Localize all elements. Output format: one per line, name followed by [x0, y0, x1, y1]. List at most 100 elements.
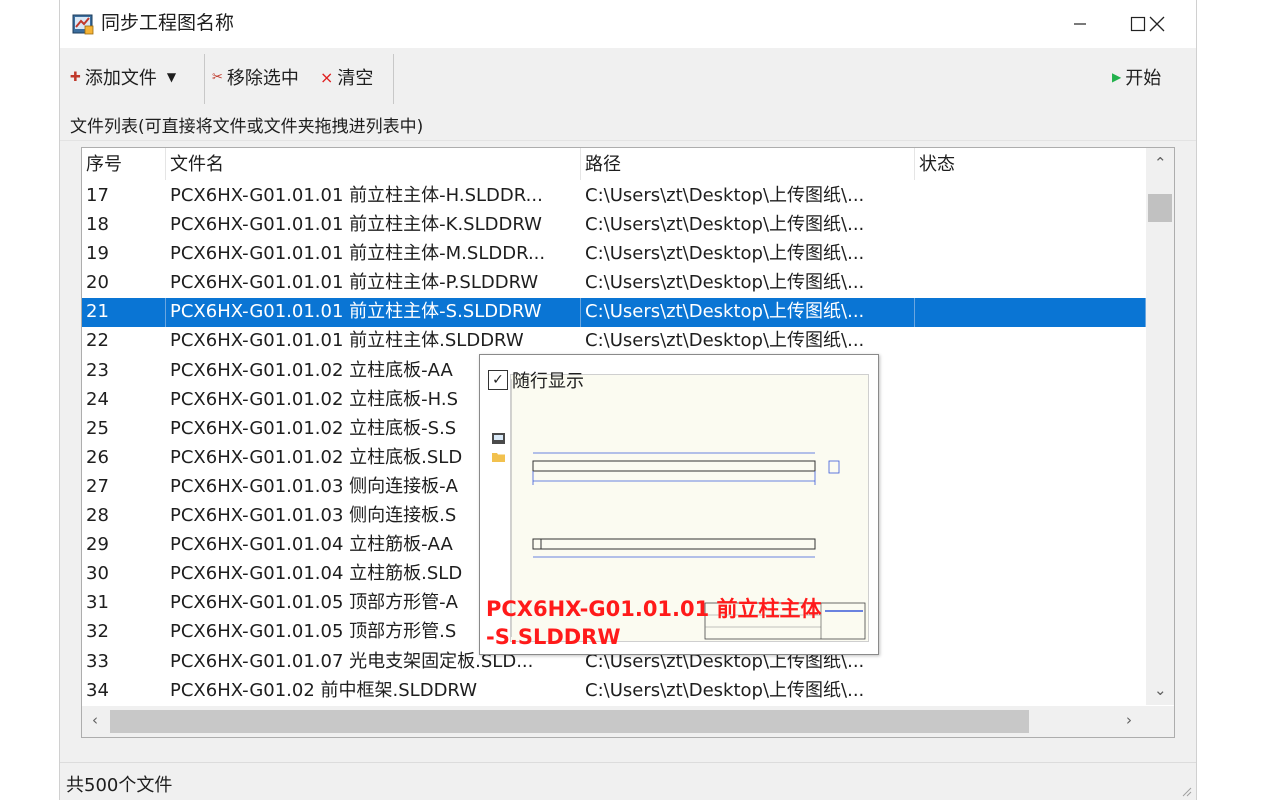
title-bar[interactable]: 同步工程图名称	[60, 0, 1196, 48]
cell-status	[915, 560, 1146, 589]
start-button[interactable]: ▶ 开始	[1112, 62, 1161, 92]
cell-path: C:\Users\zt\Desktop\上传图纸\...	[585, 330, 865, 352]
file-count-text: 共500个文件	[66, 775, 173, 796]
cell-status	[915, 269, 1146, 298]
add-files-label: 添加文件	[84, 68, 157, 89]
remove-selected-button[interactable]: ✂ 移除选中	[212, 62, 299, 92]
preview-caption-line2: -S.SLDDRW	[486, 625, 621, 649]
cell-index: 30	[86, 563, 109, 585]
app-icon	[72, 14, 94, 35]
cell-index: 17	[86, 185, 109, 206]
horizontal-scroll-thumb[interactable]	[110, 710, 1029, 733]
cell-status	[915, 648, 1146, 677]
cell-filename: PCX6HX-G01.01.01 前立柱主体-S.SLDDRW	[166, 298, 581, 328]
cell-filename: PCX6HX-G01.01.01 前立柱主体-P.SLDDRW	[170, 272, 539, 294]
cell-index: 25	[86, 417, 109, 439]
start-label: 开始	[1125, 68, 1162, 89]
cell-status	[915, 444, 1146, 473]
clear-x-icon: ×	[320, 67, 334, 87]
column-header-status[interactable]: 状态	[915, 148, 1146, 180]
cell-filename: PCX6HX-G01.02 前中框架.SLDDRW	[170, 679, 478, 701]
scroll-right-icon[interactable]: ›	[1126, 711, 1132, 729]
cell-status	[915, 531, 1146, 560]
add-files-button[interactable]: ✚ 添加文件 ▼	[70, 62, 176, 92]
window-title: 同步工程图名称	[101, 12, 235, 34]
scroll-left-icon[interactable]: ‹	[92, 711, 98, 729]
table-row[interactable]: 22 PCX6HX-G01.01.01 前立柱主体.SLDDRW C:\Users\…	[82, 327, 1146, 356]
cell-status	[915, 502, 1146, 531]
cell-index: 26	[86, 446, 109, 468]
resize-grip-icon[interactable]	[1180, 785, 1192, 797]
folder-icon	[492, 453, 505, 462]
cell-index: 32	[86, 621, 109, 643]
clear-button[interactable]: × 清空	[320, 62, 373, 92]
cell-index: 33	[86, 650, 109, 672]
table-row[interactable]: 18 PCX6HX-G01.01.01 前立柱主体-K.SLDDRW C:\User…	[82, 211, 1146, 240]
follow-display-label: 随行显示	[512, 371, 584, 392]
table-row-selected[interactable]: 21 PCX6HX-G01.01.01 前立柱主体-S.SLDDRW C:\User…	[82, 298, 1146, 328]
cell-index: 31	[86, 592, 109, 614]
play-icon: ▶	[1112, 70, 1122, 84]
file-list-caption: 文件列表(可直接将文件或文件夹拖拽进列表中)	[70, 117, 424, 137]
cell-status	[915, 677, 1146, 706]
close-button[interactable]	[1128, 0, 1186, 48]
cell-status	[915, 298, 1146, 328]
close-icon	[1149, 16, 1165, 32]
follow-display-checkbox[interactable]: ✓	[488, 370, 508, 390]
toolbar-divider	[393, 54, 394, 104]
table-row[interactable]: 17 PCX6HX-G01.01.01 前立柱主体-H.SLDDR... C:\Us…	[82, 182, 1146, 211]
vertical-scroll-thumb[interactable]	[1148, 194, 1172, 222]
remove-icon: ✂	[212, 69, 223, 85]
column-header-filename[interactable]: 文件名	[166, 148, 581, 180]
follow-display-toggle[interactable]: ✓ 随行显示	[488, 367, 584, 393]
cell-path: C:\Users\zt\Desktop\上传图纸\...	[585, 272, 865, 294]
table-row[interactable]: 19 PCX6HX-G01.01.01 前立柱主体-M.SLDDR... C:\Us…	[82, 240, 1146, 269]
cell-index: 27	[86, 475, 109, 497]
chevron-down-icon[interactable]: ▼	[167, 70, 176, 84]
cell-index: 22	[86, 330, 109, 352]
cell-path: C:\Users\zt\Desktop\上传图纸\...	[585, 185, 865, 206]
cell-index: 24	[86, 388, 109, 410]
list-header: 序号 文件名 路径 状态	[82, 148, 1146, 180]
cell-path: C:\Users\zt\Desktop\上传图纸\...	[585, 679, 865, 701]
preview-filename-caption: PCX6HX-G01.01.01 前立柱主体 -S.SLDDRW	[486, 595, 876, 651]
drawing-file-icon	[492, 433, 505, 444]
remove-selected-label: 移除选中	[226, 68, 299, 89]
status-bar: 共500个文件	[60, 762, 1196, 801]
cell-status	[915, 182, 1146, 211]
scroll-corner	[1146, 706, 1174, 737]
vertical-scrollbar[interactable]: ⌃ ⌄	[1146, 148, 1174, 705]
cell-status	[915, 240, 1146, 269]
cell-filename: PCX6HX-G01.01.01 前立柱主体-M.SLDDR...	[170, 243, 546, 265]
drawing-preview-popup: ✓ 随行显示 PCX6HX-G01.01.01 前立柱主体 -S.SLDDRW	[479, 354, 879, 655]
scroll-up-icon[interactable]: ⌃	[1154, 154, 1167, 172]
horizontal-scrollbar[interactable]: ‹ ›	[82, 706, 1146, 737]
column-header-index[interactable]: 序号	[82, 148, 166, 180]
cell-status	[915, 386, 1146, 415]
cell-path: C:\Users\zt\Desktop\上传图纸\...	[585, 243, 865, 265]
cell-index: 20	[86, 272, 109, 294]
cell-status	[915, 589, 1146, 618]
add-file-icon: ✚	[70, 69, 81, 85]
cell-filename: PCX6HX-G01.01.01 前立柱主体-H.SLDDR...	[170, 185, 543, 206]
preview-caption-line1: PCX6HX-G01.01.01 前立柱主体	[486, 597, 822, 621]
cell-index: 29	[86, 534, 109, 556]
cell-path: C:\Users\zt\Desktop\上传图纸\...	[585, 214, 865, 236]
cell-status	[915, 618, 1146, 647]
table-row[interactable]: 20 PCX6HX-G01.01.01 前立柱主体-P.SLDDRW C:\User…	[82, 269, 1146, 298]
toolbar: ✚ 添加文件 ▼ ✂ 移除选中 × 清空 ▶ 开始	[60, 48, 1196, 106]
clear-label: 清空	[337, 68, 374, 89]
cell-path: C:\Users\zt\Desktop\上传图纸\...	[581, 298, 915, 328]
scroll-down-icon[interactable]: ⌄	[1154, 681, 1167, 699]
table-row[interactable]: 34 PCX6HX-G01.02 前中框架.SLDDRW C:\Users\zt\D…	[82, 677, 1146, 706]
cell-status	[915, 415, 1146, 444]
cell-filename: PCX6HX-G01.01.01 前立柱主体.SLDDRW	[170, 330, 524, 352]
cell-index: 23	[86, 359, 109, 381]
cell-status	[915, 473, 1146, 502]
caption-divider	[60, 140, 1196, 141]
cell-status	[915, 327, 1146, 356]
cell-status	[915, 357, 1146, 386]
column-header-path[interactable]: 路径	[581, 148, 915, 180]
cell-index: 19	[86, 243, 109, 265]
minimize-button[interactable]	[1051, 0, 1109, 48]
